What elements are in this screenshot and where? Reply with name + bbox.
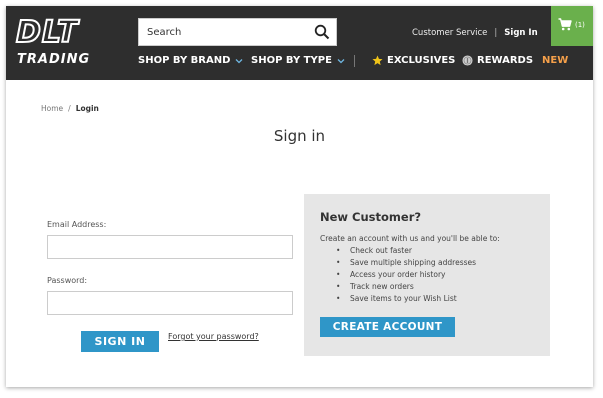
nav-divider <box>354 55 355 67</box>
search-icon[interactable] <box>314 24 330 40</box>
benefits-list: Check out faster Save multiple shipping … <box>336 245 476 305</box>
nav-new-label: NEW <box>542 55 569 66</box>
nav-shop-by-type-label: SHOP BY TYPE <box>251 55 332 66</box>
chevron-down-icon <box>235 58 243 63</box>
star-icon <box>372 55 383 66</box>
cart-count: (1) <box>575 21 585 29</box>
cart-button[interactable]: (1) <box>551 6 593 46</box>
new-customer-description: Create an account with us and you'll be … <box>320 234 500 243</box>
search-input[interactable] <box>139 19 304 45</box>
new-customer-title: New Customer? <box>320 210 422 224</box>
list-item: Access your order history <box>336 269 476 281</box>
password-field[interactable] <box>47 291 293 315</box>
cart-icon <box>558 18 572 31</box>
breadcrumb: Home / Login <box>41 104 99 113</box>
breadcrumb-home[interactable]: Home <box>41 104 63 113</box>
nav-shop-by-brand[interactable]: SHOP BY BRAND <box>138 55 243 66</box>
top-links-separator: | <box>494 28 498 38</box>
page-title: Sign in <box>273 127 326 145</box>
create-account-button[interactable]: CREATE ACCOUNT <box>320 317 455 337</box>
nav-exclusives[interactable]: EXCLUSIVES <box>372 55 455 66</box>
coin-icon <box>462 55 473 66</box>
list-item: Save items to your Wish List <box>336 293 476 305</box>
list-item: Check out faster <box>336 245 476 257</box>
logo-wordmark: DLT <box>15 15 79 51</box>
logo-subtitle: TRADING <box>17 52 91 67</box>
breadcrumb-separator: / <box>68 104 71 113</box>
sign-in-link[interactable]: Sign In <box>504 28 537 38</box>
breadcrumb-current: Login <box>75 104 99 113</box>
dlt-trading-logo[interactable]: DLT TRADING <box>15 15 108 68</box>
email-field[interactable] <box>47 235 293 259</box>
nav-shop-by-type[interactable]: SHOP BY TYPE <box>251 55 345 66</box>
nav-exclusives-label: EXCLUSIVES <box>387 55 456 66</box>
forgot-password-link[interactable]: Forgot your password? <box>168 332 259 341</box>
list-item: Track new orders <box>336 281 476 293</box>
customer-service-link[interactable]: Customer Service <box>412 28 487 38</box>
search-box <box>138 18 337 46</box>
top-links: Customer Service | Sign In <box>412 28 538 38</box>
site-header: DLT TRADING Customer Service | Sign In (1) <box>6 6 593 80</box>
sign-in-button[interactable]: SIGN IN <box>81 331 159 352</box>
nav-rewards[interactable]: REWARDS <box>462 55 533 66</box>
page-frame: DLT TRADING Customer Service | Sign In (1) <box>6 6 593 387</box>
chevron-down-icon <box>337 58 345 63</box>
nav-shop-by-brand-label: SHOP BY BRAND <box>138 55 231 66</box>
list-item: Save multiple shipping addresses <box>336 257 476 269</box>
nav-new[interactable]: NEW <box>542 55 568 66</box>
new-customer-panel: New Customer? Create an account with us … <box>304 194 550 356</box>
password-label: Password: <box>47 276 88 285</box>
email-label: Email Address: <box>47 220 107 229</box>
nav-rewards-label: REWARDS <box>477 55 534 66</box>
